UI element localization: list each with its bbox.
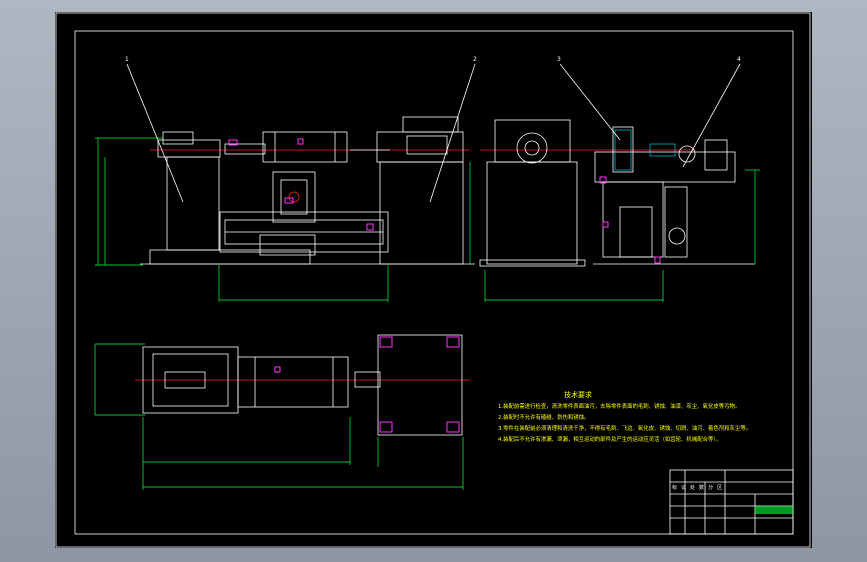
- callout-4: 4: [737, 56, 741, 63]
- tb-label-6: 区: [717, 485, 723, 491]
- tb-label-1: 标: [672, 485, 678, 491]
- tb-label-2: 记: [681, 485, 687, 491]
- drawing-canvas: [55, 12, 811, 548]
- tb-label-3: 处: [690, 485, 696, 491]
- tb-label-5: 分: [708, 485, 714, 491]
- callout-1: 1: [125, 56, 129, 63]
- note-line-1: 1.装配前需进行检查，清洗零件表面油污，去除零件表面的毛刺、锈蚀、油漆、灰尘、氧…: [498, 404, 741, 410]
- note-line-4: 4.装配后不允许有渗漏、泄漏，相互运动的部件及产生的运动应灵活（如齿轮、机械配合…: [498, 437, 722, 443]
- title-block: [669, 469, 794, 535]
- notes-title: 技术要求: [564, 391, 592, 399]
- note-line-2: 2.装配时不允许有磕碰、划伤和锈蚀。: [498, 415, 590, 421]
- cad-drawing-viewport[interactable]: 1 2 3 4 技术要求 1.装配前需进行检查，清洗零件表面油污，去除零件表面的…: [55, 12, 812, 548]
- inner-frame: [74, 30, 794, 535]
- outer-border: [55, 12, 811, 548]
- callout-3: 3: [557, 56, 561, 63]
- note-line-3: 3.零件在装配前必须清理和清洗干净，不得有毛刺、飞边、氧化皮、锈蚀、切屑、油污、…: [498, 426, 752, 432]
- plan-view: [94, 334, 470, 490]
- callout-2: 2: [473, 56, 477, 63]
- end-view: [593, 126, 760, 265]
- technical-notes: 技术要求 1.装配前需进行检查，清洗零件表面油污，去除零件表面的毛刺、锈蚀、油漆…: [498, 390, 798, 446]
- front-view: [95, 116, 475, 302]
- tb-label-4: 数: [699, 485, 705, 491]
- title-block-labels: 标 记 处 数 分 区: [672, 484, 792, 491]
